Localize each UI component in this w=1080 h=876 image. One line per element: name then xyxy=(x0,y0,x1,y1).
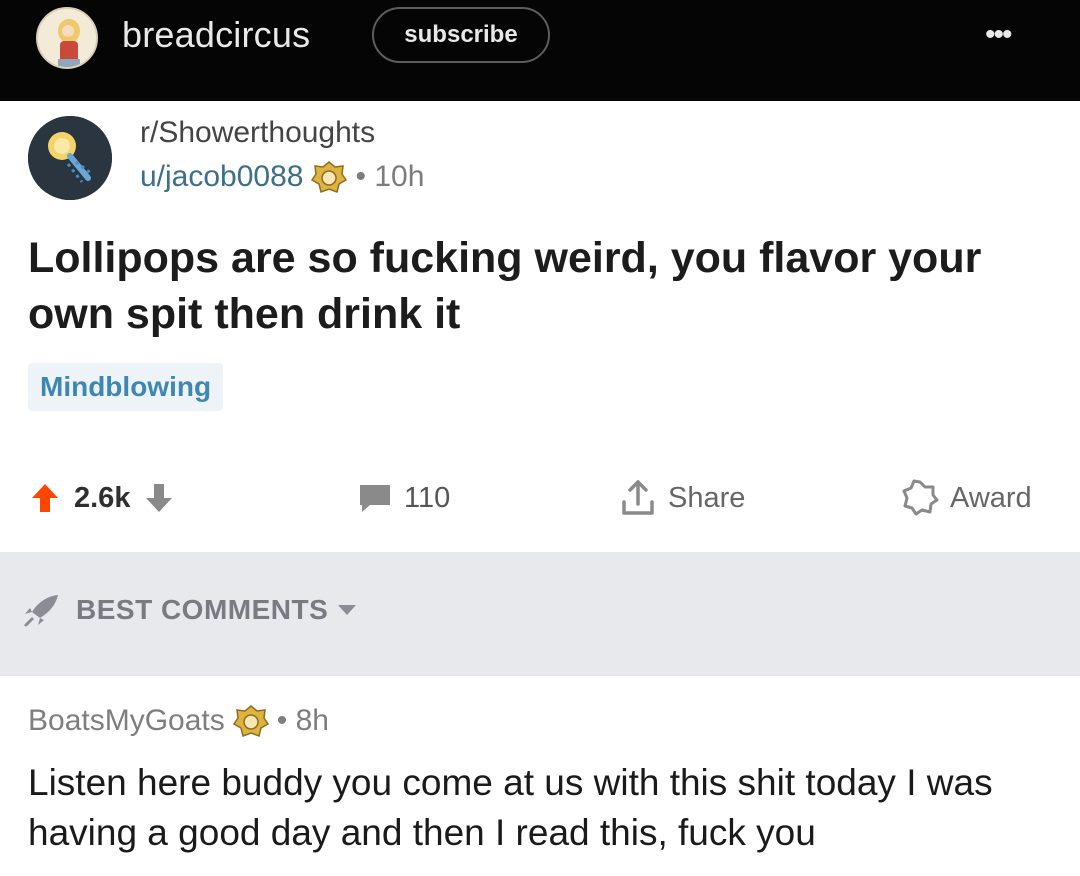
channel-avatar[interactable] xyxy=(36,7,98,69)
channel-name[interactable]: breadcircus xyxy=(122,14,310,56)
rocket-icon xyxy=(24,595,58,627)
post-time: • 10h xyxy=(355,160,425,193)
vote-control: 2.6k xyxy=(30,470,174,526)
sort-dropdown[interactable]: BEST COMMENTS xyxy=(22,592,358,628)
post-title[interactable]: Lollipops are so fucking weird, you flav… xyxy=(28,230,1058,342)
top-bar: breadcircus subscribe ••• xyxy=(0,0,1080,101)
arrow-up-icon[interactable] xyxy=(30,482,60,514)
share-icon xyxy=(622,480,654,515)
subreddit-avatar[interactable] xyxy=(28,116,112,200)
award-icon xyxy=(902,479,939,516)
comment-time: • 8h xyxy=(276,704,329,737)
comment-bubble-icon xyxy=(360,485,390,512)
post-author[interactable]: u/jacob0088 xyxy=(140,160,303,194)
comment-count: 110 xyxy=(404,481,451,514)
award-label: Award xyxy=(950,481,1032,514)
post-flair[interactable]: Mindblowing xyxy=(28,363,224,411)
subscribe-button[interactable]: subscribe xyxy=(372,7,550,63)
award-badge-icon xyxy=(311,161,348,193)
comment-body: Listen here buddy you come at us with th… xyxy=(28,762,993,853)
award-button[interactable]: Award xyxy=(900,470,1032,526)
share-label: Share xyxy=(668,481,746,514)
arrow-down-icon[interactable] xyxy=(144,482,174,514)
post-author-row: u/jacob0088 • 10h xyxy=(140,160,424,194)
vote-count: 2.6k xyxy=(74,481,131,514)
comment-author-row: BoatsMyGoats • 8h xyxy=(28,704,329,738)
sort-label: BEST COMMENTS xyxy=(76,594,329,625)
comment-author[interactable]: BoatsMyGoats xyxy=(28,704,225,738)
more-options-icon[interactable]: ••• xyxy=(985,18,1012,52)
chevron-down-icon xyxy=(338,605,357,615)
post-actions: 2.6k 110 Share Award xyxy=(0,470,1080,526)
comment: BoatsMyGoats • 8h Listen here buddy you … xyxy=(0,676,1080,876)
share-button[interactable]: Share xyxy=(618,470,745,526)
comments-sort-bar: BEST COMMENTS xyxy=(0,552,1080,676)
comments-button[interactable]: 110 xyxy=(358,470,450,526)
award-badge-icon xyxy=(232,705,269,737)
subreddit-name[interactable]: r/Showerthoughts xyxy=(140,116,375,150)
